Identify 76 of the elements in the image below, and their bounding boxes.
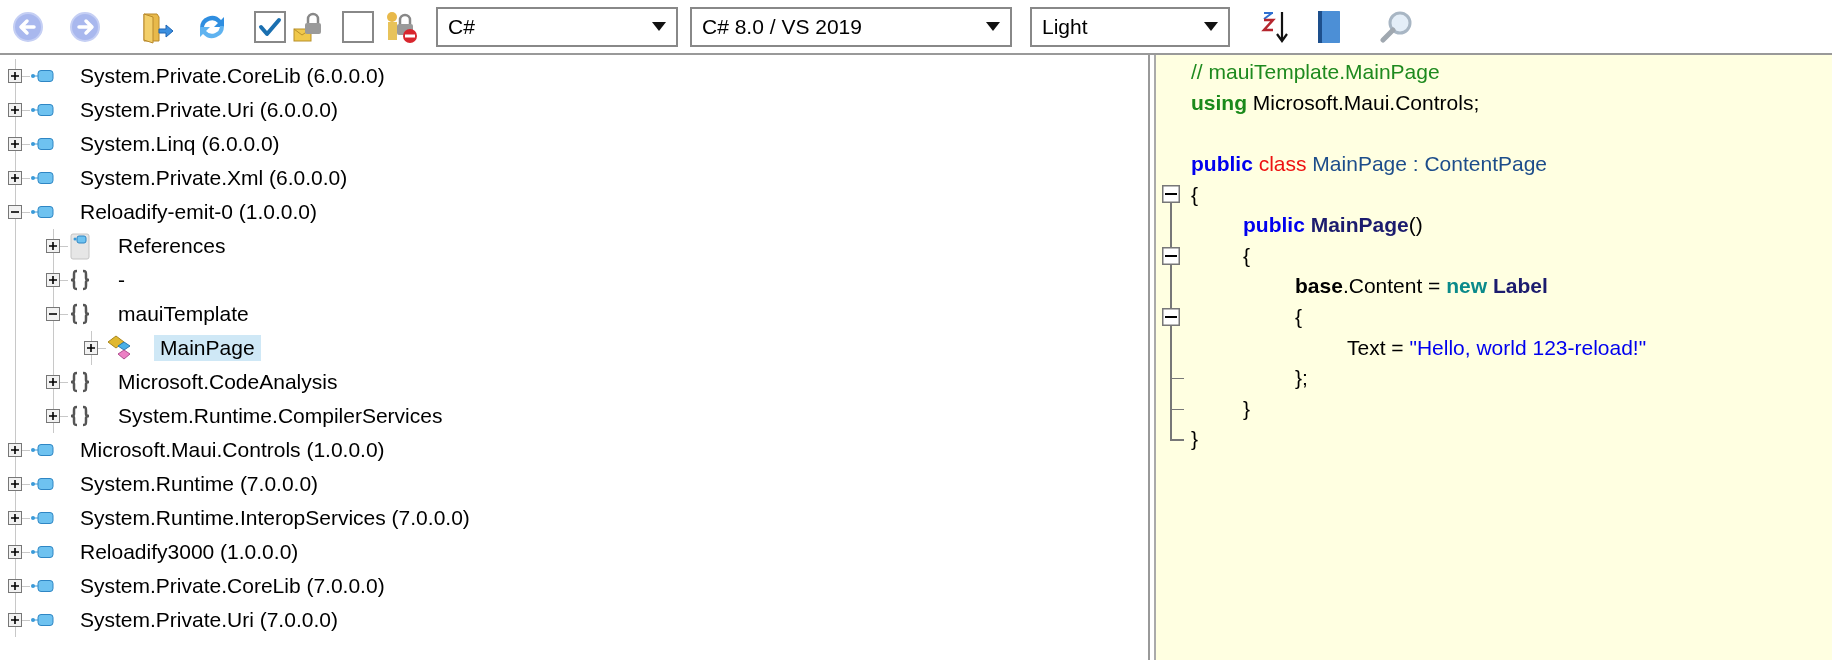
- assembly-icon: [30, 545, 54, 559]
- tree-item[interactable]: System.Runtime.InteropServices (7.0.0.0): [74, 505, 476, 531]
- tree-item[interactable]: References: [112, 233, 232, 259]
- fold-toggle[interactable]: [1162, 185, 1180, 204]
- tree-item[interactable]: System.Runtime (7.0.0.0): [74, 471, 325, 497]
- expand-toggle[interactable]: [46, 239, 60, 253]
- assembly-icon: [30, 613, 54, 627]
- expand-toggle[interactable]: [8, 137, 22, 151]
- expand-toggle[interactable]: [46, 375, 60, 389]
- expand-toggle[interactable]: [8, 103, 22, 117]
- collapse-toggle[interactable]: [46, 307, 60, 321]
- tree-item[interactable]: MainPage: [154, 335, 261, 361]
- fold-toggle[interactable]: [1162, 307, 1180, 326]
- tree-item[interactable]: System.Private.Uri (6.0.0.0): [74, 97, 344, 123]
- caret-icon: [1204, 22, 1218, 31]
- caret-icon: [986, 22, 1000, 31]
- tree-item[interactable]: Microsoft.Maui.Controls (1.0.0.0): [74, 437, 391, 463]
- braces-icon: [68, 269, 92, 291]
- code-line: public MainPage(): [1242, 213, 1423, 238]
- assembly-icon: [30, 477, 54, 491]
- code-line: Text = "Hello, world 123-reload!": [1346, 335, 1647, 360]
- expand-toggle[interactable]: [8, 545, 22, 559]
- dropdown[interactable]: C#: [436, 6, 678, 47]
- code-line: {: [1242, 243, 1250, 268]
- checkbox[interactable]: [254, 10, 286, 43]
- code-line: // mauiTemplate.MainPage: [1191, 60, 1440, 85]
- dropdown[interactable]: Light: [1030, 6, 1230, 47]
- key-lock-blocked-icon[interactable]: [384, 9, 418, 44]
- code-line: {: [1191, 182, 1198, 207]
- code-line: public class MainPage : ContentPage: [1191, 152, 1548, 177]
- assembly-icon: [30, 171, 54, 185]
- expand-toggle[interactable]: [84, 341, 98, 355]
- fold-toggle[interactable]: [1162, 246, 1180, 265]
- assembly-icon: [30, 103, 54, 117]
- expand-toggle[interactable]: [8, 443, 22, 457]
- checkbox[interactable]: [342, 10, 374, 43]
- expand-toggle[interactable]: [8, 477, 22, 491]
- tree-item[interactable]: System.Private.CoreLib (6.0.0.0): [74, 63, 391, 89]
- sort-az-icon[interactable]: [1260, 9, 1290, 44]
- expand-toggle[interactable]: [8, 511, 22, 525]
- references-icon: [68, 231, 92, 261]
- assembly-icon: [30, 579, 54, 593]
- expand-toggle[interactable]: [8, 171, 22, 185]
- expand-toggle[interactable]: [8, 69, 22, 83]
- tree-item[interactable]: System.Private.Xml (6.0.0.0): [74, 165, 354, 191]
- code-line: };: [1294, 366, 1308, 391]
- expand-toggle[interactable]: [46, 273, 60, 287]
- expand-toggle[interactable]: [8, 613, 22, 627]
- assembly-icon: [30, 511, 54, 525]
- code-line: }: [1191, 427, 1198, 452]
- collapse-toggle[interactable]: [8, 205, 22, 219]
- tree-item[interactable]: System.Linq (6.0.0.0): [74, 131, 286, 157]
- tree-item[interactable]: -: [112, 267, 131, 293]
- caret-icon: [652, 22, 666, 31]
- braces-icon: [68, 371, 92, 393]
- code-line: base.Content = new Label: [1294, 274, 1548, 299]
- tree-item[interactable]: System.Private.Uri (7.0.0.0): [74, 607, 344, 633]
- tree-item[interactable]: Reloadify-emit-0 (1.0.0.0): [74, 199, 323, 225]
- tree-item[interactable]: Microsoft.CodeAnalysis: [112, 369, 344, 395]
- tree-item[interactable]: Reloadify3000 (1.0.0.0): [74, 539, 305, 565]
- assembly-icon: [30, 69, 54, 83]
- braces-icon: [68, 303, 92, 325]
- tree-item[interactable]: mauiTemplate: [112, 301, 255, 327]
- code-line: }: [1242, 396, 1250, 421]
- assembly-icon: [30, 137, 54, 151]
- code-line: using Microsoft.Maui.Controls;: [1191, 90, 1480, 115]
- dropdown[interactable]: C# 8.0 / VS 2019: [690, 6, 1012, 47]
- expand-toggle[interactable]: [8, 579, 22, 593]
- expand-toggle[interactable]: [46, 409, 60, 423]
- assembly-icon: [30, 443, 54, 457]
- code-line: {: [1294, 305, 1302, 330]
- envelope-lock-icon[interactable]: [292, 10, 324, 43]
- braces-icon: [68, 405, 92, 427]
- assembly-icon: [30, 205, 54, 219]
- tree-item[interactable]: System.Private.CoreLib (7.0.0.0): [74, 573, 391, 599]
- tree-item[interactable]: System.Runtime.CompilerServices: [112, 403, 449, 429]
